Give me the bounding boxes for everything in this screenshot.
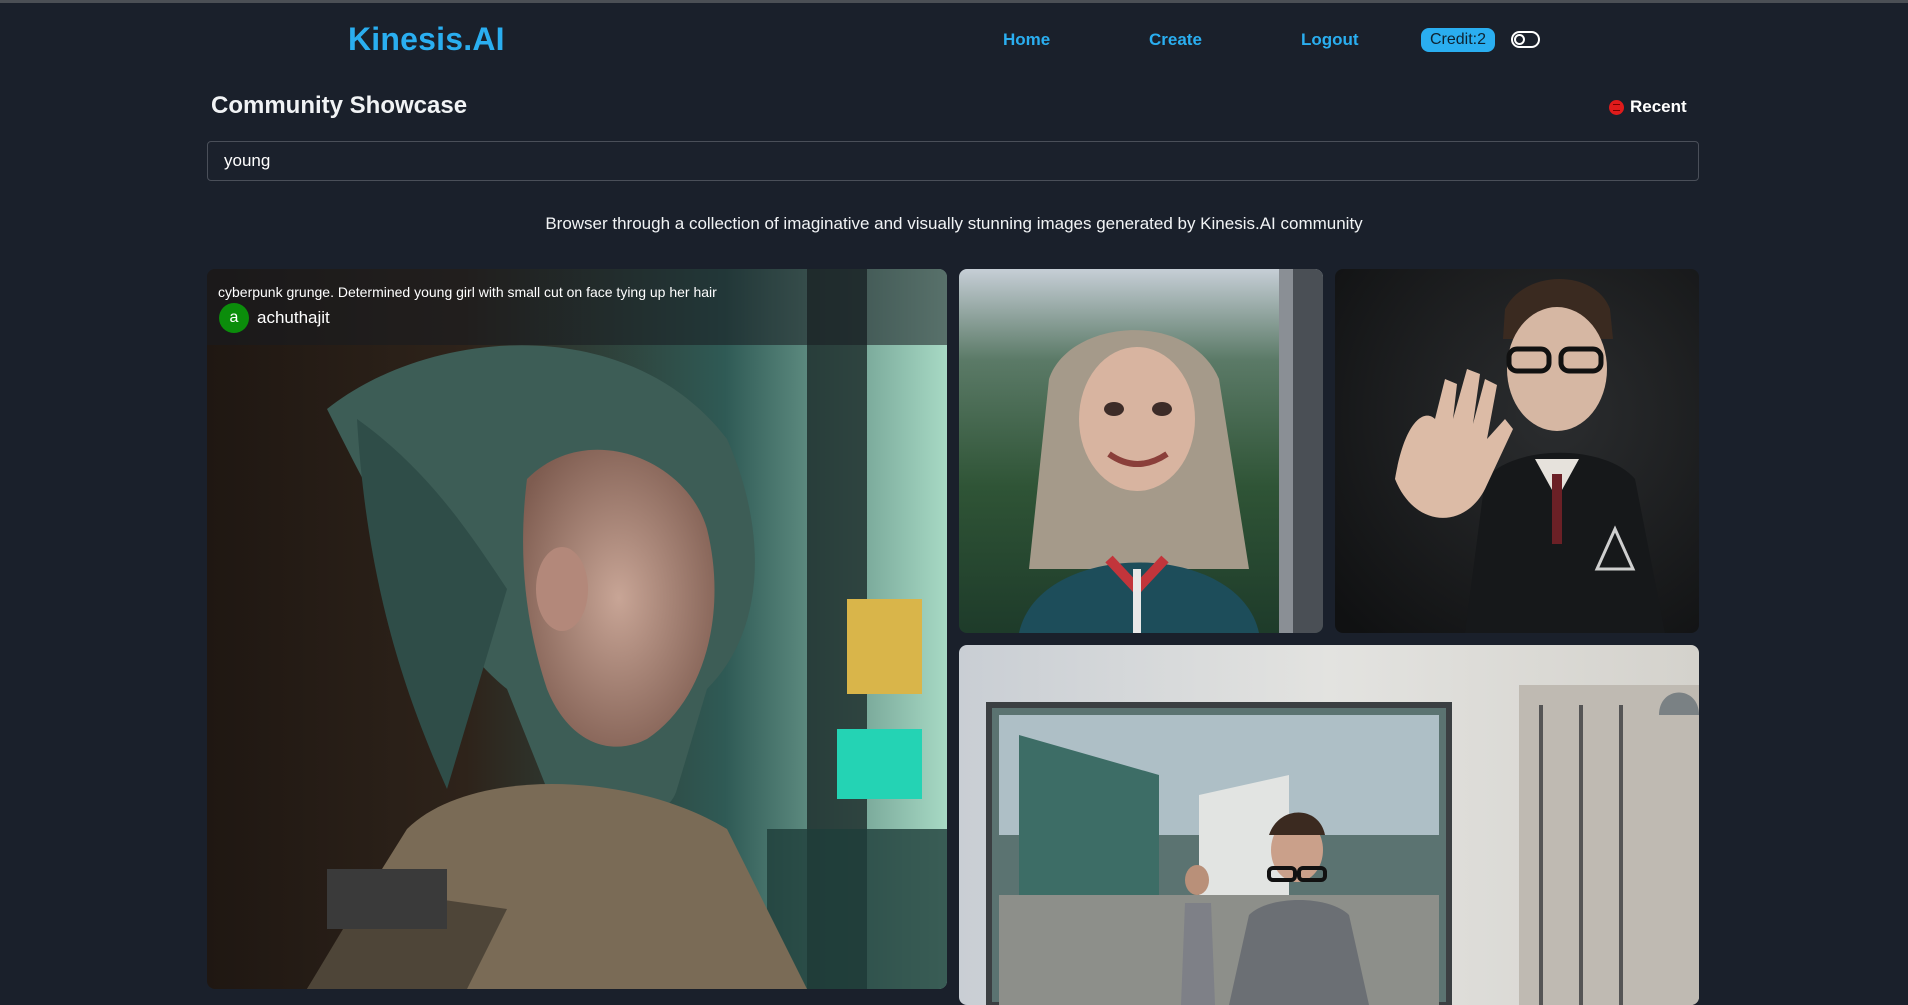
nav-logout-link[interactable]: Logout	[1301, 30, 1359, 50]
search-input[interactable]	[207, 141, 1699, 181]
cyberpunk-girl-image	[207, 269, 947, 989]
office-scene-image	[959, 645, 1699, 1005]
nav-home-link[interactable]: Home	[1003, 30, 1050, 50]
recent-button[interactable]: Recent	[1609, 96, 1687, 118]
author-name: achuthajit	[257, 308, 330, 327]
page-description: Browser through a collection of imaginat…	[545, 214, 1363, 233]
gallery-card-young-man-glasses[interactable]	[1335, 269, 1699, 633]
brand-logo[interactable]: Kinesis.AI	[348, 21, 505, 58]
navbar: Kinesis.AI Home Create Logout Credit:2	[0, 3, 1908, 73]
gallery-card-office-scene[interactable]	[959, 645, 1699, 1005]
gallery-card-cyberpunk-girl[interactable]: cyberpunk grunge. Determined young girl …	[207, 269, 947, 989]
recent-label: Recent	[1630, 97, 1687, 116]
young-man-glasses-image	[1335, 269, 1699, 633]
avatar: a	[219, 303, 249, 333]
nav-create-link[interactable]: Create	[1149, 30, 1202, 50]
smiling-girl-image	[959, 269, 1323, 633]
page-title: Community Showcase	[211, 92, 468, 119]
gallery-card-smiling-girl[interactable]	[959, 269, 1323, 633]
theme-toggle-icon[interactable]	[1511, 31, 1540, 48]
recent-icon	[1609, 99, 1624, 115]
download-icon[interactable]	[916, 305, 947, 381]
credit-badge: Credit:2	[1421, 28, 1495, 52]
card-overlay: cyberpunk grunge. Determined young girl …	[207, 269, 947, 345]
toggle-knob	[1514, 34, 1525, 45]
image-prompt: cyberpunk grunge. Determined young girl …	[218, 284, 717, 300]
